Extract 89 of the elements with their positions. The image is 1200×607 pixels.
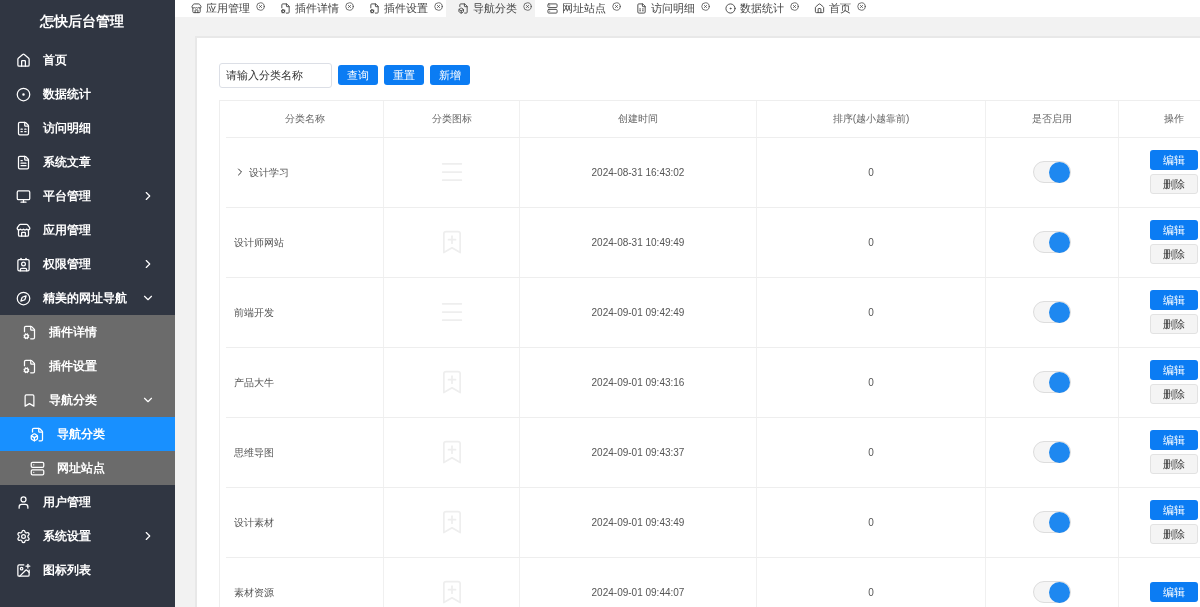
table-cell-text: 素材资源: [234, 585, 274, 600]
delete-button[interactable]: 删除: [1150, 244, 1198, 264]
tab-icon: [636, 2, 647, 14]
table-cell-text: 0: [868, 445, 874, 460]
edit-button[interactable]: 编辑: [1150, 430, 1198, 450]
tab[interactable]: 导航分类: [446, 0, 535, 17]
table-cell-text: 设计师网站: [234, 235, 284, 250]
action-button[interactable]: 新增: [430, 65, 470, 85]
menu-item-icon: [16, 52, 31, 68]
tab-icon: [547, 2, 558, 14]
menu-item-icon: [22, 358, 37, 374]
menu-item-icon: [16, 528, 31, 544]
delete-button[interactable]: 删除: [1150, 524, 1198, 544]
action-button[interactable]: 查询: [338, 65, 378, 85]
action-button[interactable]: 重置: [384, 65, 424, 85]
table-cell-text: 0: [868, 165, 874, 180]
close-icon[interactable]: [345, 2, 354, 11]
toggle-switch[interactable]: [1033, 301, 1071, 323]
table-cell-text: 2024-09-01 09:43:37: [591, 445, 685, 460]
delete-button[interactable]: 删除: [1150, 454, 1198, 474]
table-cell-text: 设计素材: [234, 515, 274, 530]
table-cell-text: 0: [868, 235, 874, 250]
toggle-switch[interactable]: [1033, 441, 1071, 463]
column-header: 操作: [1163, 112, 1184, 126]
delete-button[interactable]: 删除: [1150, 174, 1198, 194]
menu-item-icon: [16, 120, 31, 136]
table-cell-text: 2024-08-31 16:43:02: [591, 165, 685, 180]
tab-icon: [191, 2, 202, 14]
edit-button[interactable]: 编辑: [1150, 360, 1198, 380]
table-cell-text: 产品大牛: [234, 375, 274, 390]
search-field[interactable]: 请输入分类名称: [219, 62, 332, 88]
menu-item-icon: [16, 494, 31, 510]
menu-item-icon: [30, 460, 45, 476]
table-cell-text: 0: [868, 515, 874, 530]
table-cell-text: 2024-09-01 09:44:07: [591, 585, 685, 600]
menu-item-icon: [16, 188, 31, 204]
table-cell-text: 前端开发: [234, 305, 274, 320]
close-icon[interactable]: [701, 2, 710, 11]
app-title: 怎快后台管理: [40, 12, 124, 31]
table-cell-text: 0: [868, 585, 874, 600]
tab-icon: [369, 2, 380, 14]
column-header: 是否启用: [1032, 112, 1072, 126]
table-cell-text: 思维导图: [234, 445, 274, 460]
tab-icon: [458, 2, 469, 14]
close-icon[interactable]: [612, 2, 621, 11]
close-icon[interactable]: [523, 2, 532, 11]
toggle-switch[interactable]: [1033, 371, 1071, 393]
menu-item-icon: [16, 562, 31, 578]
table-cell-text: 0: [868, 375, 874, 390]
tab-icon: [280, 2, 291, 14]
menu-item-icon: [16, 86, 31, 102]
toggle-switch[interactable]: [1033, 581, 1071, 603]
close-icon[interactable]: [256, 2, 265, 11]
close-icon[interactable]: [790, 2, 799, 11]
sidebar-item[interactable]: 插件详情: [0, 315, 175, 349]
table-cell-text: 2024-09-01 09:42:49: [591, 305, 685, 320]
table-cell-text: 2024-09-01 09:43:16: [591, 375, 685, 390]
toggle-switch[interactable]: [1033, 511, 1071, 533]
toggle-switch[interactable]: [1033, 231, 1071, 253]
close-icon[interactable]: [434, 2, 443, 11]
edit-button[interactable]: 编辑: [1150, 150, 1198, 170]
edit-button[interactable]: 编辑: [1150, 500, 1198, 520]
delete-button[interactable]: 删除: [1150, 384, 1198, 404]
edit-button[interactable]: 编辑: [1150, 290, 1198, 310]
menu-item-icon: [30, 426, 45, 442]
table-cell-text: 设计学习: [249, 165, 289, 180]
delete-button[interactable]: 删除: [1150, 314, 1198, 334]
table-cell-text: 2024-08-31 10:49:49: [591, 235, 685, 250]
column-header: 创建时间: [618, 112, 658, 126]
sidebar-item[interactable]: 导航分类: [0, 383, 175, 417]
menu-item-icon: [22, 392, 37, 408]
menu-item-icon: [16, 154, 31, 170]
tab-icon: [725, 2, 736, 14]
menu-item-icon: [16, 222, 31, 238]
menu-item-icon: [22, 324, 37, 340]
table-cell-text: 2024-09-01 09:43:49: [591, 515, 685, 530]
menu-item-icon: [16, 256, 31, 272]
menu-item-icon: [16, 290, 31, 306]
close-icon[interactable]: [857, 2, 866, 11]
sidebar-item[interactable]: 网址站点: [0, 451, 175, 485]
sidebar-item[interactable]: 插件设置: [0, 349, 175, 383]
column-header: 排序(越小越靠前): [832, 112, 910, 126]
table-cell-text: 0: [868, 305, 874, 320]
toggle-switch[interactable]: [1033, 161, 1071, 183]
edit-button[interactable]: 编辑: [1150, 582, 1198, 602]
column-header: 分类名称: [284, 112, 325, 126]
tab-icon: [814, 2, 825, 14]
column-header: 分类图标: [431, 112, 472, 126]
edit-button[interactable]: 编辑: [1150, 220, 1198, 240]
